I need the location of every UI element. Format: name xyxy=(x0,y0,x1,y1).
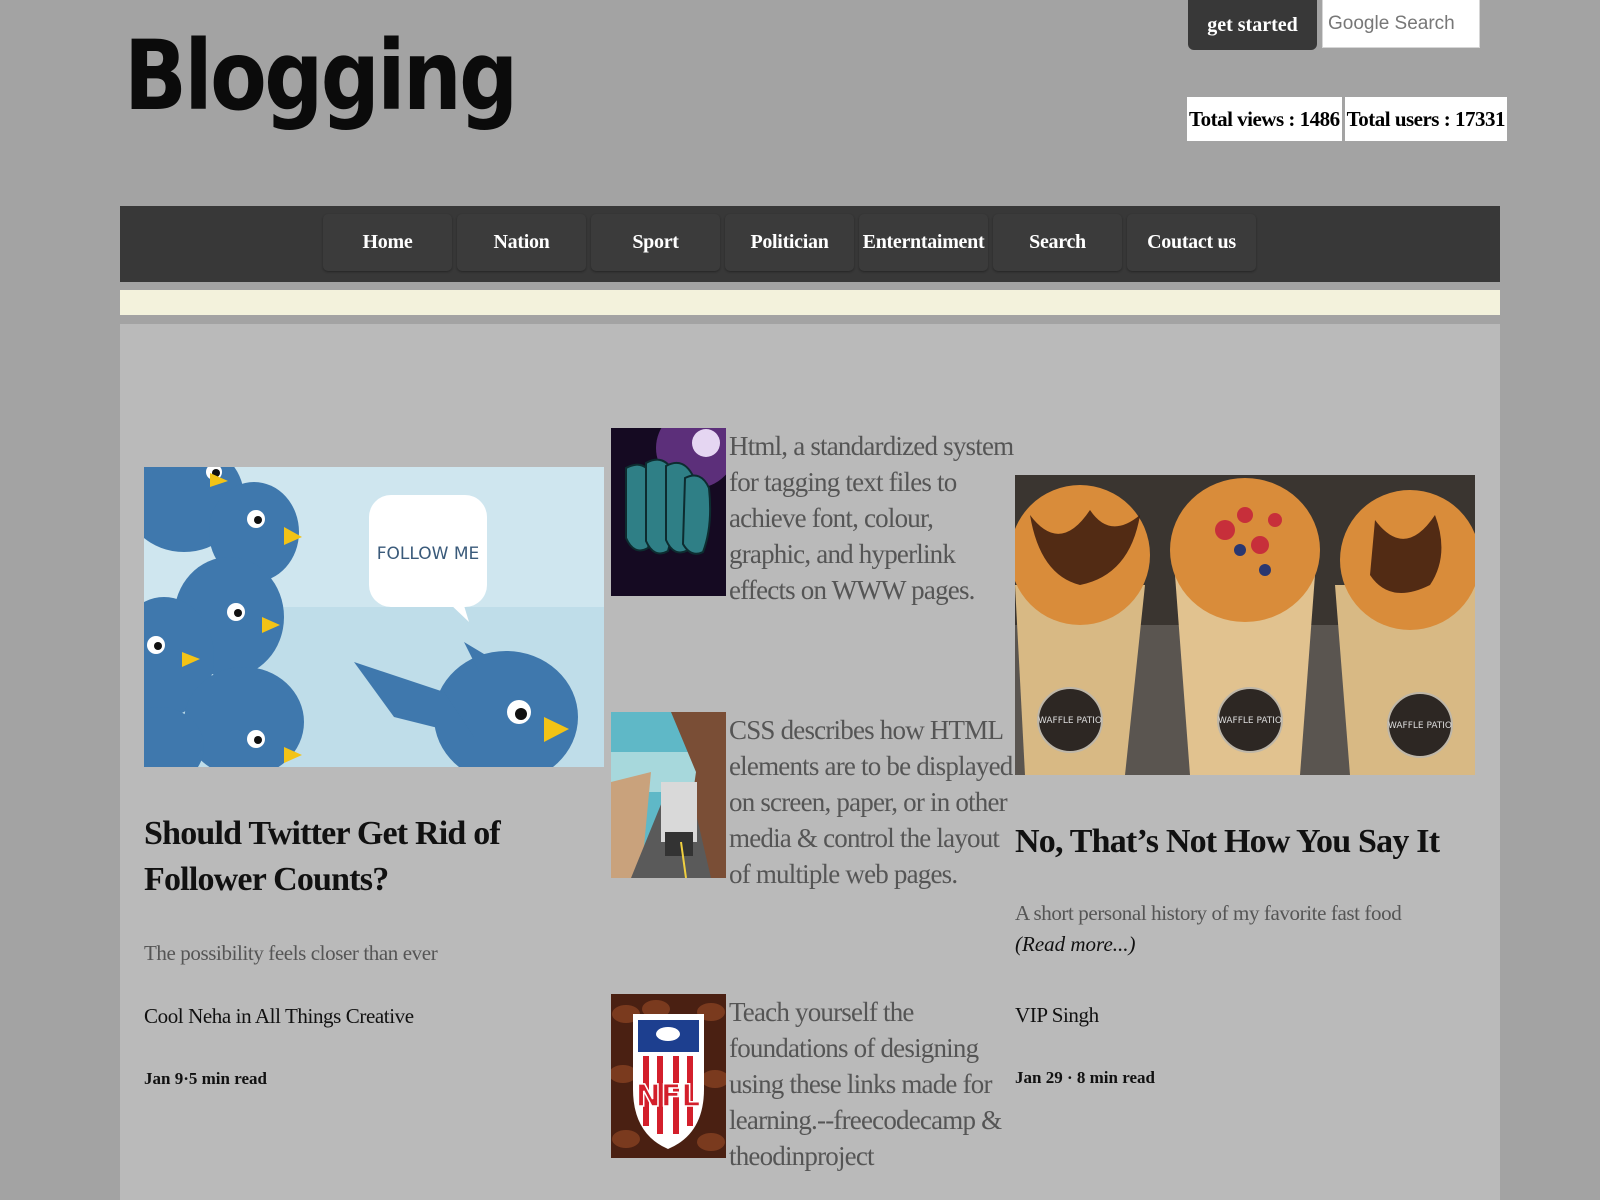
truck-road-image[interactable] xyxy=(611,712,726,878)
article-title[interactable]: Should Twitter Get Rid of Follower Count… xyxy=(144,811,584,903)
twitter-birds-image[interactable]: FOLLOW ME xyxy=(144,467,604,767)
nav-politician[interactable]: Politician xyxy=(725,214,854,271)
article-meta: Jan 9·5 min read xyxy=(144,1069,267,1088)
stats-bar: Total views : 1486 Total users : 17331 xyxy=(1187,97,1507,141)
site-logo: Blogging xyxy=(124,20,518,132)
middle-item-learning: NFL Teach yourself the foundations of de… xyxy=(611,994,1014,1174)
get-started-button[interactable]: get started xyxy=(1188,0,1317,50)
follow-me-text: FOLLOW ME xyxy=(377,544,480,564)
article-card-food: WAFFLE PATIO WAFFLE PATIO WAFFLE PATIO N… xyxy=(1015,475,1475,1088)
nav-entertainment[interactable]: Enterntaiment xyxy=(859,214,988,271)
article-subtitle: A short personal history of my favorite … xyxy=(1015,901,1402,925)
masks-image[interactable] xyxy=(611,428,726,596)
read-more-link[interactable]: (Read more...) xyxy=(1015,932,1475,957)
nav-home[interactable]: Home xyxy=(323,214,452,271)
nav-nation[interactable]: Nation xyxy=(457,214,586,271)
html-description: Html, a standardized system for tagging … xyxy=(729,431,1014,605)
nfl-logo-image[interactable]: NFL xyxy=(611,994,726,1158)
article-card-twitter: FOLLOW ME Should Twitter Get Rid of Foll… xyxy=(144,467,604,1089)
waffle-badge-text-1: WAFFLE PATIO xyxy=(1038,716,1102,726)
article-author: VIP Singh xyxy=(1015,1003,1099,1027)
nav-contact-us[interactable]: Coutact us xyxy=(1127,214,1256,271)
nav-sport[interactable]: Sport xyxy=(591,214,720,271)
learning-description: Teach yourself the foundations of design… xyxy=(729,997,1002,1171)
nfl-text: NFL xyxy=(636,1079,701,1114)
search-input[interactable] xyxy=(1322,0,1480,48)
waffle-badge-text-3: WAFFLE PATIO xyxy=(1388,721,1452,731)
total-users-stat: Total users : 17331 xyxy=(1344,97,1507,141)
waffle-badge-text-2: WAFFLE PATIO xyxy=(1218,716,1282,726)
article-author: Cool Neha in All Things Creative xyxy=(144,1004,414,1028)
waffle-image[interactable]: WAFFLE PATIO WAFFLE PATIO WAFFLE PATIO xyxy=(1015,475,1475,775)
nav-search[interactable]: Search xyxy=(993,214,1122,271)
article-meta: Jan 29 · 8 min read xyxy=(1015,1068,1155,1087)
css-description: CSS describes how HTML elements are to b… xyxy=(729,715,1013,889)
middle-item-css: CSS describes how HTML elements are to b… xyxy=(611,712,1014,892)
total-views-stat: Total views : 1486 xyxy=(1187,97,1342,141)
middle-item-html: Html, a standardized system for tagging … xyxy=(611,428,1014,608)
announcement-strip xyxy=(120,290,1500,315)
article-title[interactable]: No, That’s Not How You Say It xyxy=(1015,819,1475,865)
main-navbar: Home Nation Sport Politician Enterntaime… xyxy=(120,206,1500,282)
article-subtitle: The possibility feels closer than ever xyxy=(144,941,438,965)
